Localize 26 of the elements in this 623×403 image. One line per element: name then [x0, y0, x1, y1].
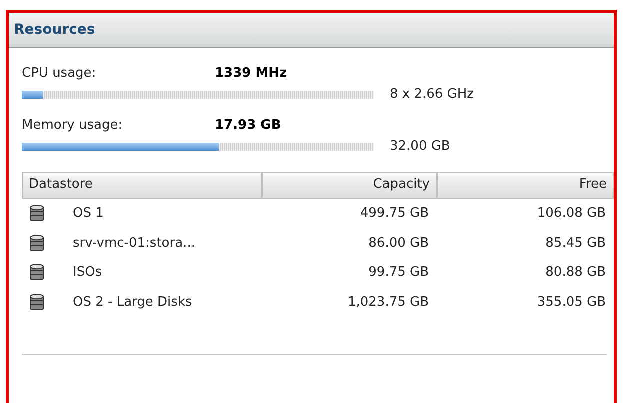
table-cell-text: 85.45 GB [544, 236, 607, 251]
capacity-text: 32.00 GB [390, 139, 450, 154]
column-header[interactable]: Datastore [22, 172, 262, 199]
datastore-name: OS 2 - Large Disks [73, 294, 192, 310]
meter-value: 17.93 GB [215, 118, 282, 133]
column-header[interactable]: Free [437, 172, 614, 199]
table-cell-text: 99.75 GB [368, 265, 430, 280]
table-cell-text: 106.08 GB [536, 206, 607, 222]
datastore-name: ISOs [73, 265, 102, 280]
table-cell-text: 1,023.75 GB [346, 294, 430, 310]
database-icon [30, 264, 44, 282]
meter-label: Memory usage: [22, 118, 124, 133]
capacity-text: 8 x 2.66 GHz [390, 87, 474, 102]
database-icon [30, 294, 44, 311]
table-cell-text: 499.75 GB [359, 206, 430, 222]
datastore-name: OS 1 [73, 206, 104, 222]
meter-value: 1339 MHz [215, 66, 288, 81]
table-cell-text: 355.05 GB [536, 294, 607, 310]
datastore-name: srv-vmc-01:stora... [73, 236, 196, 251]
database-icon [30, 205, 44, 222]
table-cell-text: 80.88 GB [544, 265, 607, 280]
column-header[interactable]: Capacity [262, 172, 437, 199]
table-cell-text: 86.00 GB [368, 236, 430, 251]
panel-title: Resources [14, 22, 96, 38]
database-icon [30, 234, 44, 252]
meter-label: CPU usage: [22, 66, 98, 81]
